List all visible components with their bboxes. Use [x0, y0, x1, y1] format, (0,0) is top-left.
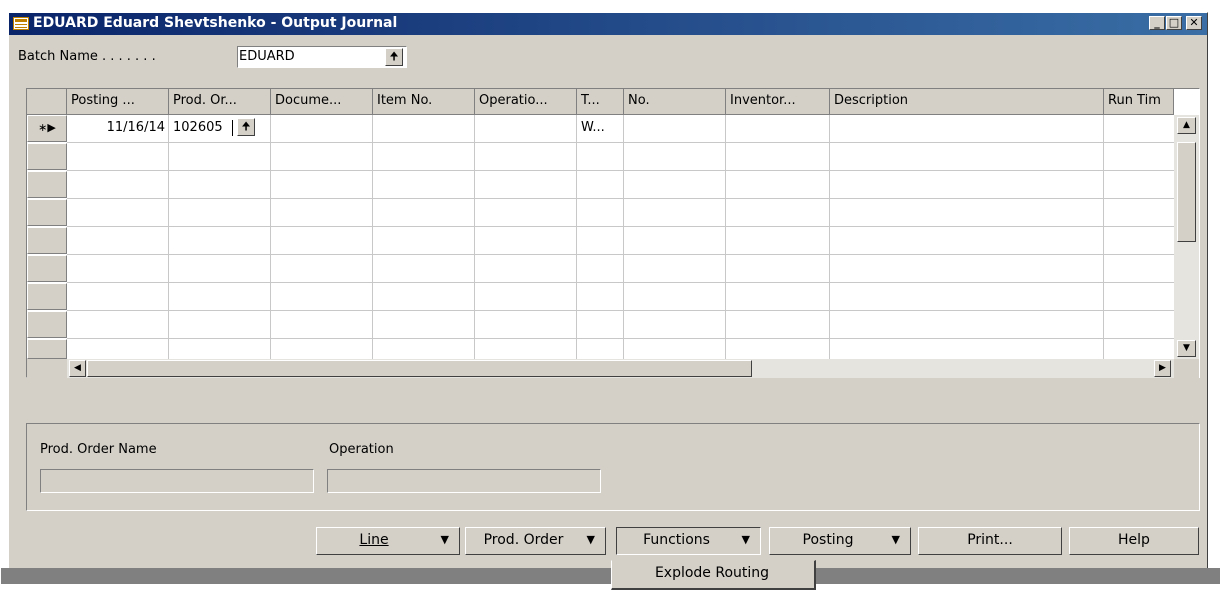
- grid-line: [623, 115, 624, 359]
- column-header-document[interactable]: Docume...: [271, 89, 373, 115]
- prod-order-button-label: Prod. Order: [483, 532, 564, 548]
- column-header-type[interactable]: T...: [577, 89, 624, 115]
- journal-grid: Posting ... Prod. Or... Docume... Item N…: [26, 88, 1200, 378]
- window-title: EDUARD Eduard Shevtshenko - Output Journ…: [33, 15, 398, 31]
- vertical-scrollbar[interactable]: ▲ ▼: [1174, 115, 1199, 359]
- operation-field: [327, 469, 601, 493]
- grid-line: [67, 198, 1174, 199]
- prod-order-lookup-button[interactable]: 🠉: [237, 118, 255, 136]
- row-selector[interactable]: [27, 227, 67, 254]
- row-selector[interactable]: [27, 283, 67, 310]
- functions-menu-button[interactable]: Functions ▼: [616, 527, 761, 555]
- scrollbar-corner-left: [27, 359, 67, 378]
- grid-line: [372, 115, 373, 359]
- journal-window-icon: [13, 17, 29, 30]
- column-header-run-time[interactable]: Run Tim: [1104, 89, 1174, 115]
- cell-posting-date[interactable]: 11/16/14: [67, 120, 165, 135]
- row-selector[interactable]: [27, 339, 67, 359]
- prod-order-name-label: Prod. Order Name: [40, 442, 157, 457]
- batch-name-label: Batch Name . . . . . . .: [18, 49, 156, 64]
- scrollbar-corner-right: [1174, 359, 1199, 378]
- grid-line: [168, 115, 169, 359]
- scroll-thumb[interactable]: [1177, 142, 1196, 242]
- cell-prod-order[interactable]: 102605: [173, 120, 223, 135]
- grid-line: [67, 310, 1174, 311]
- horizontal-scrollbar[interactable]: ◀ ▶: [67, 359, 1174, 378]
- posting-button-label: Posting: [802, 532, 854, 548]
- grid-line: [270, 115, 271, 359]
- menu-item-explode-routing[interactable]: Explode Routing: [612, 565, 812, 581]
- functions-dropdown-menu: Explode Routing: [611, 560, 816, 590]
- print-button[interactable]: Print...: [918, 527, 1062, 555]
- batch-lookup-button[interactable]: 🠉: [385, 48, 403, 66]
- column-header-item-no[interactable]: Item No.: [373, 89, 475, 115]
- grid-line: [67, 338, 1174, 339]
- column-header-inventory[interactable]: Inventor...: [726, 89, 830, 115]
- grid-line: [474, 115, 475, 359]
- grid-line: [67, 170, 1174, 171]
- row-selector[interactable]: [27, 171, 67, 198]
- column-header-operation[interactable]: Operatio...: [475, 89, 577, 115]
- row-selector[interactable]: [27, 255, 67, 282]
- help-button[interactable]: Help: [1069, 527, 1199, 555]
- grid-line: [67, 226, 1174, 227]
- row-selector[interactable]: [27, 143, 67, 170]
- scroll-down-icon[interactable]: ▼: [1177, 340, 1196, 357]
- grid-line: [725, 115, 726, 359]
- batch-name-value: EDUARD: [239, 49, 295, 64]
- column-header-description[interactable]: Description: [830, 89, 1104, 115]
- cell-type[interactable]: W...: [581, 120, 605, 135]
- chevron-down-icon: ▼: [891, 533, 900, 546]
- column-header-prod-order[interactable]: Prod. Or...: [169, 89, 271, 115]
- prod-order-name-field: [40, 469, 314, 493]
- batch-name-field[interactable]: EDUARD 🠉: [237, 46, 407, 68]
- horizontal-scroll-thumb[interactable]: [87, 360, 752, 377]
- grid-line: [1103, 115, 1104, 359]
- text-cursor: [232, 120, 233, 136]
- operation-label: Operation: [329, 442, 394, 457]
- column-header-posting-date[interactable]: Posting ...: [67, 89, 169, 115]
- row-selector-current[interactable]: ∗▶: [27, 115, 67, 142]
- grid-line: [576, 115, 577, 359]
- chevron-down-icon: ▼: [440, 533, 449, 546]
- row-selector[interactable]: [27, 199, 67, 226]
- functions-button-label: Functions: [643, 532, 710, 548]
- grid-line: [829, 115, 830, 359]
- scroll-up-icon[interactable]: ▲: [1177, 117, 1196, 134]
- help-button-label: Help: [1118, 532, 1150, 548]
- grid-line: [67, 142, 1174, 143]
- row-selector[interactable]: [27, 311, 67, 338]
- close-icon[interactable]: ✕: [1186, 16, 1202, 30]
- minimize-icon[interactable]: _: [1149, 16, 1165, 30]
- header-corner: [27, 89, 67, 115]
- scroll-right-icon[interactable]: ▶: [1154, 360, 1171, 377]
- column-header-no[interactable]: No.: [624, 89, 726, 115]
- info-panel: Prod. Order Name Operation: [26, 423, 1200, 511]
- chevron-down-icon: ▼: [741, 533, 750, 546]
- grid-line: [67, 282, 1174, 283]
- posting-menu-button[interactable]: Posting ▼: [769, 527, 911, 555]
- scroll-left-icon[interactable]: ◀: [69, 360, 86, 377]
- prod-order-menu-button[interactable]: Prod. Order ▼: [465, 527, 606, 555]
- print-button-label: Print...: [967, 532, 1013, 548]
- chevron-down-icon: ▼: [586, 533, 595, 546]
- maximize-icon[interactable]: □: [1166, 16, 1182, 30]
- title-bar[interactable]: EDUARD Eduard Shevtshenko - Output Journ…: [9, 13, 1207, 35]
- line-menu-button[interactable]: Line ▼: [316, 527, 460, 555]
- grid-line: [67, 254, 1174, 255]
- line-button-label: Line: [359, 532, 389, 548]
- output-journal-window: EDUARD Eduard Shevtshenko - Output Journ…: [1, 12, 1220, 590]
